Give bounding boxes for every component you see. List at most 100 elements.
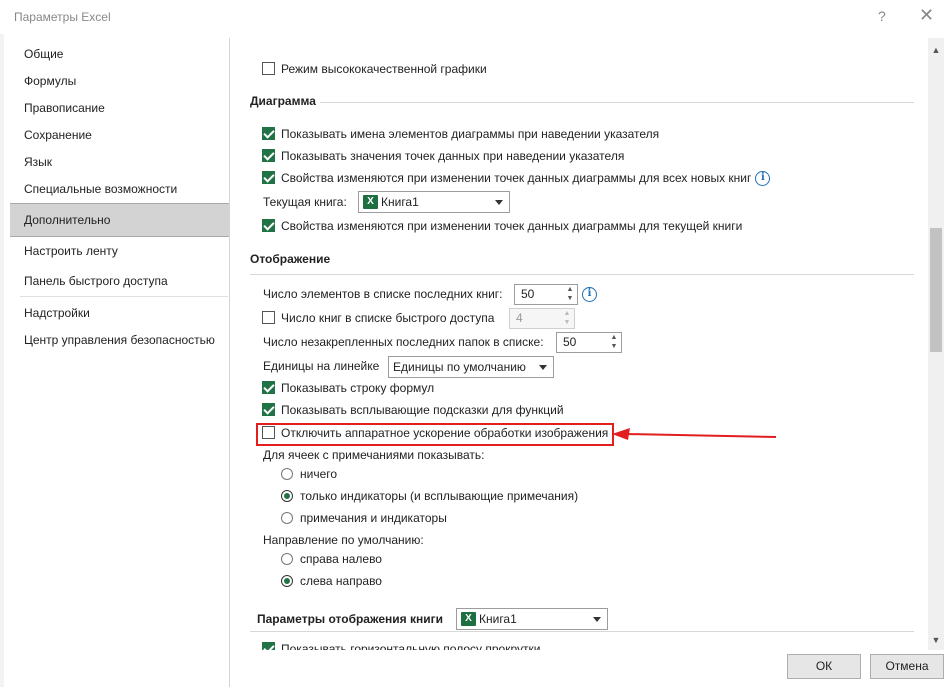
book-display-value: Книга1 bbox=[479, 612, 517, 626]
vertical-scrollbar[interactable]: ▲ ▼ bbox=[928, 38, 944, 650]
hq-graphics-checkbox[interactable] bbox=[262, 62, 275, 76]
comments-option-none[interactable]: ничего bbox=[281, 464, 337, 484]
stepper-arrows-icon[interactable]: ▲ ▼ bbox=[609, 333, 619, 352]
info-icon[interactable]: i bbox=[582, 287, 597, 302]
info-icon[interactable]: i bbox=[755, 171, 771, 187]
sidebar-item-save[interactable]: Сохранение bbox=[10, 122, 229, 148]
formula-bar-label: Показывать строку формул bbox=[281, 381, 435, 395]
current-book-value: Книга1 bbox=[381, 195, 419, 209]
direction-option-ltr[interactable]: слева направо bbox=[281, 571, 382, 591]
sidebar-item-language[interactable]: Язык bbox=[10, 149, 229, 175]
show-names-label: Показывать имена элементов диаграммы при… bbox=[281, 127, 660, 141]
props-current-label: Свойства изменяются при изменении точек … bbox=[281, 219, 743, 233]
props-current-option[interactable]: Свойства изменяются при изменении точек … bbox=[262, 216, 742, 236]
chevron-down-icon bbox=[495, 200, 503, 205]
section-divider bbox=[250, 631, 914, 632]
show-names-option[interactable]: Показывать имена элементов диаграммы при… bbox=[262, 124, 659, 144]
comments-option-indicators[interactable]: только индикаторы (и всплывающие примеча… bbox=[281, 486, 578, 506]
sidebar: Общие Формулы Правописание Сохранение Яз… bbox=[10, 38, 230, 687]
func-tooltips-checkbox[interactable] bbox=[262, 403, 275, 417]
direction-label: Направление по умолчанию: bbox=[263, 533, 424, 547]
scrollbar-thumb[interactable] bbox=[930, 228, 942, 352]
direction-option-rtl[interactable]: справа налево bbox=[281, 549, 382, 569]
sidebar-item-general[interactable]: Общие bbox=[10, 41, 229, 67]
stepper-arrows-icon: ▲ ▼ bbox=[563, 310, 571, 326]
show-values-label: Показывать значения точек данных при нав… bbox=[281, 149, 625, 163]
props-all-option[interactable]: Свойства изменяются при изменении точек … bbox=[262, 168, 771, 188]
window-title: Параметры Excel bbox=[14, 10, 111, 24]
func-tooltips-option[interactable]: Показывать всплывающие подсказки для фун… bbox=[262, 400, 564, 420]
options-content: Режим высококачественной графики Диаграм… bbox=[232, 38, 928, 650]
recent-books-value: 50 bbox=[521, 287, 535, 301]
radio-rtl[interactable] bbox=[281, 552, 293, 565]
hw-accel-option[interactable]: Отключить аппаратное ускорение обработки… bbox=[262, 423, 608, 443]
radio-none[interactable] bbox=[281, 467, 293, 480]
ruler-units-label: Единицы на линейке bbox=[263, 359, 380, 373]
sidebar-item-proofing[interactable]: Правописание bbox=[10, 95, 229, 121]
recent-books-stepper[interactable]: 50 ▲ ▼ bbox=[514, 284, 578, 305]
comments-label: Для ячеек с примечаниями показывать: bbox=[263, 448, 485, 462]
book-display-select[interactable]: X Книга1 bbox=[456, 608, 608, 630]
show-names-checkbox[interactable] bbox=[262, 127, 275, 141]
props-all-checkbox[interactable] bbox=[262, 171, 275, 185]
hq-graphics-option[interactable]: Режим высококачественной графики bbox=[262, 59, 487, 79]
close-icon[interactable]: ✕ bbox=[919, 5, 934, 26]
hscroll-checkbox[interactable] bbox=[262, 642, 275, 650]
sidebar-item-quick-access[interactable]: Панель быстрого доступа bbox=[10, 268, 229, 294]
current-book-select[interactable]: X Книга1 bbox=[358, 191, 510, 213]
sidebar-item-accessibility[interactable]: Специальные возможности bbox=[10, 176, 229, 202]
scroll-up-icon[interactable]: ▲ bbox=[928, 42, 944, 58]
hscroll-option[interactable]: Показывать горизонтальную полосу прокрут… bbox=[262, 639, 540, 650]
comments-option-both-label: примечания и индикаторы bbox=[300, 511, 447, 525]
sidebar-divider bbox=[20, 296, 228, 297]
direction-option-rtl-label: справа налево bbox=[300, 552, 382, 566]
section-chart-header: Диаграмма bbox=[250, 94, 316, 108]
formula-bar-checkbox[interactable] bbox=[262, 381, 275, 395]
excel-book-icon: X bbox=[461, 611, 476, 626]
title-bar: Параметры Excel ? ✕ bbox=[0, 0, 952, 34]
quick-access-label: Число книг в списке быстрого доступа bbox=[281, 311, 495, 325]
quick-access-option[interactable]: Число книг в списке быстрого доступа bbox=[262, 308, 494, 328]
radio-both[interactable] bbox=[281, 511, 293, 524]
ok-button[interactable]: ОК bbox=[787, 654, 861, 679]
hw-accel-label: Отключить аппаратное ускорение обработки… bbox=[281, 426, 609, 440]
hq-graphics-label: Режим высококачественной графики bbox=[281, 62, 487, 76]
ruler-units-value: Единицы по умолчанию bbox=[393, 360, 526, 374]
props-all-label: Свойства изменяются при изменении точек … bbox=[281, 171, 752, 185]
annotation-arrow-icon bbox=[612, 428, 777, 440]
help-icon[interactable]: ? bbox=[878, 8, 886, 24]
excel-book-icon: X bbox=[363, 194, 378, 209]
ruler-units-select[interactable]: Единицы по умолчанию bbox=[388, 356, 554, 378]
sidebar-item-advanced[interactable]: Дополнительно bbox=[10, 203, 229, 237]
hw-accel-checkbox[interactable] bbox=[262, 426, 275, 440]
direction-option-ltr-label: слева направо bbox=[300, 574, 382, 588]
radio-ltr[interactable] bbox=[281, 574, 293, 587]
chevron-down-icon bbox=[539, 365, 547, 370]
recent-books-label: Число элементов в списке последних книг: bbox=[263, 287, 503, 301]
sidebar-item-customize-ribbon[interactable]: Настроить ленту bbox=[10, 238, 229, 264]
stepper-arrows-icon[interactable]: ▲ ▼ bbox=[565, 285, 575, 304]
background-strip bbox=[0, 34, 4, 687]
show-values-option[interactable]: Показывать значения точек данных при нав… bbox=[262, 146, 624, 166]
sidebar-item-formulas[interactable]: Формулы bbox=[10, 68, 229, 94]
props-current-checkbox[interactable] bbox=[262, 219, 275, 233]
func-tooltips-label: Показывать всплывающие подсказки для фун… bbox=[281, 403, 564, 417]
quick-access-checkbox[interactable] bbox=[262, 311, 275, 325]
sidebar-item-addins[interactable]: Надстройки bbox=[10, 300, 229, 326]
section-divider bbox=[320, 102, 914, 103]
hscroll-label: Показывать горизонтальную полосу прокрут… bbox=[281, 642, 541, 650]
sidebar-item-trust-center[interactable]: Центр управления безопасностью bbox=[10, 327, 229, 353]
radio-indicators[interactable] bbox=[281, 489, 293, 502]
recent-folders-value: 50 bbox=[563, 335, 577, 349]
formula-bar-option[interactable]: Показывать строку формул bbox=[262, 378, 434, 398]
section-divider bbox=[250, 274, 914, 275]
comments-option-indicators-label: только индикаторы (и всплывающие примеча… bbox=[300, 489, 579, 503]
show-values-checkbox[interactable] bbox=[262, 149, 275, 163]
comments-option-both[interactable]: примечания и индикаторы bbox=[281, 508, 447, 528]
scroll-down-icon[interactable]: ▼ bbox=[928, 632, 944, 648]
comments-option-none-label: ничего bbox=[300, 467, 338, 481]
recent-folders-stepper[interactable]: 50 ▲ ▼ bbox=[556, 332, 622, 353]
section-book-display-header: Параметры отображения книги bbox=[257, 612, 443, 626]
cancel-button[interactable]: Отмена bbox=[870, 654, 944, 679]
quick-access-stepper: 4 ▲ ▼ bbox=[509, 308, 575, 329]
